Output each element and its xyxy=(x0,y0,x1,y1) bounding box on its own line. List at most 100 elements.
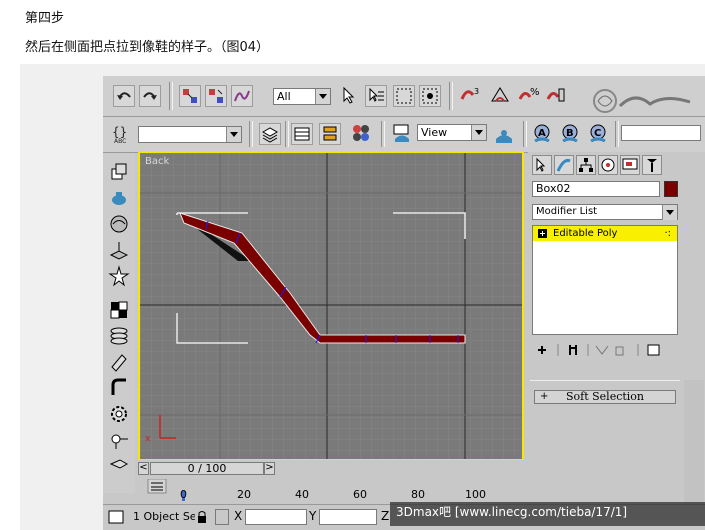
modifier-stack: Editable Poly ·: xyxy=(532,225,678,335)
unlink-icon[interactable] xyxy=(205,85,227,107)
view-dropdown[interactable]: View xyxy=(417,124,487,141)
soft-selection-label: Soft Selection xyxy=(565,390,645,403)
undo-icon[interactable] xyxy=(113,85,135,107)
stack-item-editable-poly[interactable]: Editable Poly ·: xyxy=(533,226,677,241)
tube-icon[interactable] xyxy=(108,351,130,373)
tick-label: 20 xyxy=(237,488,251,501)
viewport-grid: x xyxy=(140,153,522,459)
secondary-toolbar: {} ABC View A B C xyxy=(103,117,705,153)
z-label: Z xyxy=(381,509,390,523)
track-bar[interactable]: 0 20 40 60 80 100 xyxy=(138,479,528,501)
expand-icon: + xyxy=(540,391,549,402)
tick-label: 40 xyxy=(295,488,309,501)
maxscript-listener-icon[interactable] xyxy=(107,509,127,525)
toolbar-separator xyxy=(449,82,453,110)
move-icon[interactable]: 3 xyxy=(459,85,481,107)
svg-text:A: A xyxy=(538,128,546,139)
axis-constraint-icon[interactable]: {} ABC xyxy=(111,123,133,145)
select-link-icon[interactable] xyxy=(179,85,201,107)
time-prev-arrow[interactable]: < xyxy=(138,462,149,475)
tick-label: 60 xyxy=(353,488,367,501)
time-next-arrow[interactable]: > xyxy=(264,462,275,475)
layers-icon[interactable] xyxy=(108,325,130,347)
chevron-down-icon[interactable] xyxy=(471,125,486,140)
selection-filter-dropdown[interactable]: All xyxy=(273,88,331,105)
stack-item-label: Editable Poly xyxy=(553,228,618,239)
max-application-window: All 3 % {} ABC View A B C x Back Box02 M… xyxy=(103,76,705,530)
absolute-mode-icon[interactable] xyxy=(215,509,229,525)
plane-icon[interactable] xyxy=(108,239,130,261)
extra-field[interactable] xyxy=(621,125,701,141)
track-view-icon[interactable] xyxy=(291,123,313,145)
render-b-icon[interactable]: B xyxy=(559,123,581,145)
star-icon[interactable] xyxy=(108,265,130,287)
time-slider[interactable]: 0 / 100 xyxy=(150,462,264,475)
render-scene-icon[interactable] xyxy=(391,123,413,145)
left-tool-column xyxy=(103,153,135,493)
svg-text:ABC: ABC xyxy=(114,138,126,145)
named-selection-dropdown[interactable] xyxy=(138,126,242,143)
schematic-view-icon[interactable] xyxy=(319,123,341,145)
viewport-back[interactable]: x Back xyxy=(138,151,524,461)
svg-text:%: % xyxy=(530,87,539,98)
rect-selection-icon[interactable] xyxy=(393,85,415,107)
create-tab-icon[interactable] xyxy=(532,155,552,175)
command-panel: Box02 Modifier List Editable Poly ·: + S… xyxy=(528,152,705,530)
camera-icon[interactable] xyxy=(108,453,130,475)
cube-icon[interactable] xyxy=(108,161,130,183)
view-dropdown-value: View xyxy=(421,126,448,139)
svg-text:{}: {} xyxy=(112,125,127,139)
y-coordinate-field[interactable] xyxy=(319,509,377,525)
main-toolbar: All 3 % xyxy=(103,76,705,117)
viewport-label[interactable]: Back xyxy=(145,156,169,167)
render-c-icon[interactable]: C xyxy=(587,123,609,145)
modifier-list-label: Modifier List xyxy=(536,206,598,217)
toolbar-separator xyxy=(381,121,385,147)
quick-render-icon[interactable] xyxy=(493,125,515,147)
toolbar-separator xyxy=(169,82,173,110)
sphere-icon[interactable] xyxy=(108,213,130,235)
object-name-field[interactable]: Box02 xyxy=(532,181,660,197)
teapot-icon[interactable] xyxy=(108,187,130,209)
lock-icon[interactable] xyxy=(195,509,209,525)
object-color-swatch[interactable] xyxy=(664,181,678,197)
utilities-tab-icon[interactable] xyxy=(642,155,662,175)
material-editor-icon[interactable] xyxy=(351,123,373,145)
hierarchy-tab-icon[interactable] xyxy=(576,155,596,175)
watermark-overlay: 3Dmax吧 [www.linecg.com/tieba/17/1] xyxy=(390,502,705,526)
y-label: Y xyxy=(309,509,317,523)
redo-icon[interactable] xyxy=(139,85,161,107)
bend-icon[interactable] xyxy=(108,377,130,399)
toolbar-separator xyxy=(249,121,253,147)
layer-manager-icon[interactable] xyxy=(259,123,281,145)
soft-selection-header[interactable]: + Soft Selection xyxy=(534,390,676,404)
stack-tools-row xyxy=(532,342,678,358)
modify-tab-icon[interactable] xyxy=(554,155,574,175)
step-description: 然后在侧面把点拉到像鞋的样子。（图04） xyxy=(25,40,270,55)
chevron-down-icon[interactable] xyxy=(662,205,677,220)
site-logo xyxy=(590,86,700,116)
svg-text:3: 3 xyxy=(474,87,479,96)
expand-icon[interactable] xyxy=(538,229,547,238)
motion-tab-icon[interactable] xyxy=(598,155,618,175)
selection-count-text: 1 Object Se xyxy=(133,510,197,523)
time-slider-bar: < 0 / 100 > xyxy=(138,460,524,476)
percent-snap-icon[interactable]: % xyxy=(517,85,540,107)
render-a-icon[interactable]: A xyxy=(531,123,553,145)
gear-icon[interactable] xyxy=(108,403,130,425)
spinner-snap-icon[interactable] xyxy=(545,85,567,107)
x-coordinate-field[interactable] xyxy=(245,509,307,525)
modifier-list-dropdown[interactable]: Modifier List xyxy=(532,204,678,220)
chevron-down-icon[interactable] xyxy=(315,89,330,104)
chevron-down-icon[interactable] xyxy=(226,127,241,142)
window-crossing-icon[interactable] xyxy=(419,85,441,107)
select-by-name-icon[interactable] xyxy=(365,85,387,107)
light-icon[interactable] xyxy=(108,429,130,451)
toolbar-separator xyxy=(285,121,289,147)
angle-snap-icon[interactable] xyxy=(489,85,511,107)
display-tab-icon[interactable] xyxy=(620,155,640,175)
checker-icon[interactable] xyxy=(108,299,130,321)
select-object-icon[interactable] xyxy=(339,85,361,107)
bind-spacewarp-icon[interactable] xyxy=(231,85,253,107)
tick-label: 80 xyxy=(411,488,425,501)
